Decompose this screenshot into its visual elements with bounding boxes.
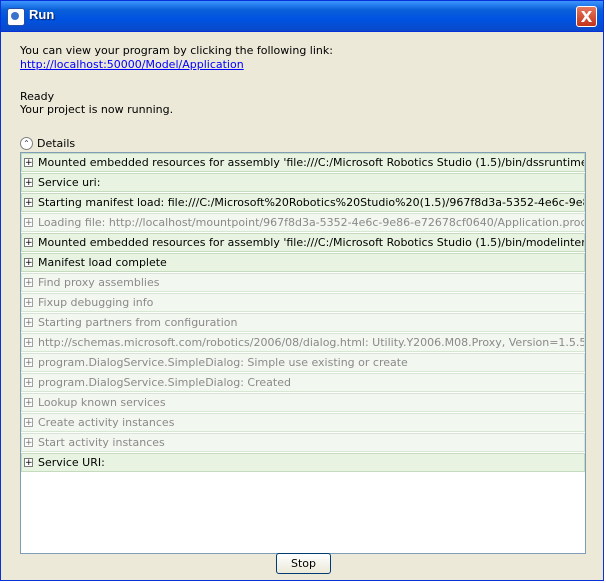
- intro-message: You can view your program by clicking th…: [20, 44, 333, 57]
- details-toggle[interactable]: ⌃ Details: [20, 137, 75, 150]
- log-row-text: Fixup debugging info: [38, 296, 154, 309]
- log-row-text: Create activity instances: [38, 416, 175, 429]
- expand-icon[interactable]: +: [24, 178, 33, 188]
- expand-icon[interactable]: +: [24, 398, 33, 408]
- log-row-text: http://schemas.microsoft.com/robotics/20…: [38, 336, 584, 349]
- expand-icon[interactable]: +: [24, 218, 33, 228]
- log-row[interactable]: + Create activity instances: [21, 413, 585, 432]
- chevron-up-icon[interactable]: ⌃: [20, 137, 33, 150]
- log-row[interactable]: + Mounted embedded resources for assembly…: [21, 153, 585, 172]
- log-row[interactable]: + Lookup known services: [21, 393, 585, 412]
- log-row-text: Starting manifest load: file:///C:/Micro…: [38, 196, 584, 209]
- expand-icon[interactable]: +: [24, 378, 33, 388]
- expand-icon[interactable]: +: [24, 438, 33, 448]
- stop-button[interactable]: Stop: [276, 553, 331, 574]
- log-row[interactable]: + Service URI:: [21, 453, 585, 472]
- log-row[interactable]: + Service uri:: [21, 173, 585, 192]
- log-row[interactable]: + Fixup debugging info: [21, 293, 585, 312]
- log-row[interactable]: + program.DialogService.SimpleDialog: Sim…: [21, 353, 585, 372]
- log-row-text: program.DialogService.SimpleDialog: Crea…: [38, 376, 291, 389]
- log-row-text: program.DialogService.SimpleDialog: Simp…: [38, 356, 408, 369]
- dialog-content: You can view your program by clicking th…: [1, 32, 603, 580]
- application-link[interactable]: http://localhost:50000/Model/Application: [20, 58, 333, 71]
- log-row-text: Mounted embedded resources for assembly …: [38, 156, 584, 169]
- window-title: Run: [29, 7, 55, 22]
- log-row-text: Service URI:: [38, 456, 105, 469]
- app-icon: [7, 8, 25, 26]
- log-list[interactable]: + Mounted embedded resources for assembly…: [20, 152, 586, 554]
- expand-icon[interactable]: +: [24, 258, 33, 268]
- status-title: Ready: [20, 90, 55, 103]
- log-row-text: Start activity instances: [38, 436, 165, 449]
- expand-icon[interactable]: +: [24, 318, 33, 328]
- title-bar[interactable]: Run X: [1, 1, 603, 32]
- expand-icon[interactable]: +: [24, 298, 33, 308]
- expand-icon[interactable]: +: [24, 358, 33, 368]
- status-section: Ready Your project is now running.: [20, 90, 173, 116]
- close-button[interactable]: X: [576, 6, 597, 27]
- log-row-text: Manifest load complete: [38, 256, 167, 269]
- log-row[interactable]: + Starting manifest load: file:///C:/Micr…: [21, 193, 585, 212]
- log-row-text: Find proxy assemblies: [38, 276, 160, 289]
- log-row[interactable]: + Starting partners from configuration: [21, 313, 585, 332]
- expand-icon[interactable]: +: [24, 418, 33, 428]
- expand-icon[interactable]: +: [24, 198, 33, 208]
- intro-section: You can view your program by clicking th…: [20, 44, 333, 71]
- log-row[interactable]: + Manifest load complete: [21, 253, 585, 272]
- log-row-text: Lookup known services: [38, 396, 166, 409]
- expand-icon[interactable]: +: [24, 158, 33, 168]
- details-label: Details: [37, 137, 76, 150]
- log-row-text: Starting partners from configuration: [38, 316, 238, 329]
- run-dialog: Run X You can view your program by click…: [0, 0, 604, 581]
- status-message: Your project is now running.: [20, 103, 174, 116]
- log-row[interactable]: + Loading file: http://localhost/mountpoi…: [21, 213, 585, 232]
- log-row[interactable]: + Start activity instances: [21, 433, 585, 452]
- log-row[interactable]: + Mounted embedded resources for assembly…: [21, 233, 585, 252]
- log-row[interactable]: + http://schemas.microsoft.com/robotics/2…: [21, 333, 585, 352]
- log-row[interactable]: + Find proxy assemblies: [21, 273, 585, 292]
- expand-icon[interactable]: +: [24, 338, 33, 348]
- expand-icon[interactable]: +: [24, 278, 33, 288]
- expand-icon[interactable]: +: [24, 458, 33, 468]
- log-row-text: Service uri:: [38, 176, 101, 189]
- log-row-text: Mounted embedded resources for assembly …: [38, 236, 584, 249]
- log-row[interactable]: + program.DialogService.SimpleDialog: Cre…: [21, 373, 585, 392]
- expand-icon[interactable]: +: [24, 238, 33, 248]
- log-row-text: Loading file: http://localhost/mountpoin…: [38, 216, 584, 229]
